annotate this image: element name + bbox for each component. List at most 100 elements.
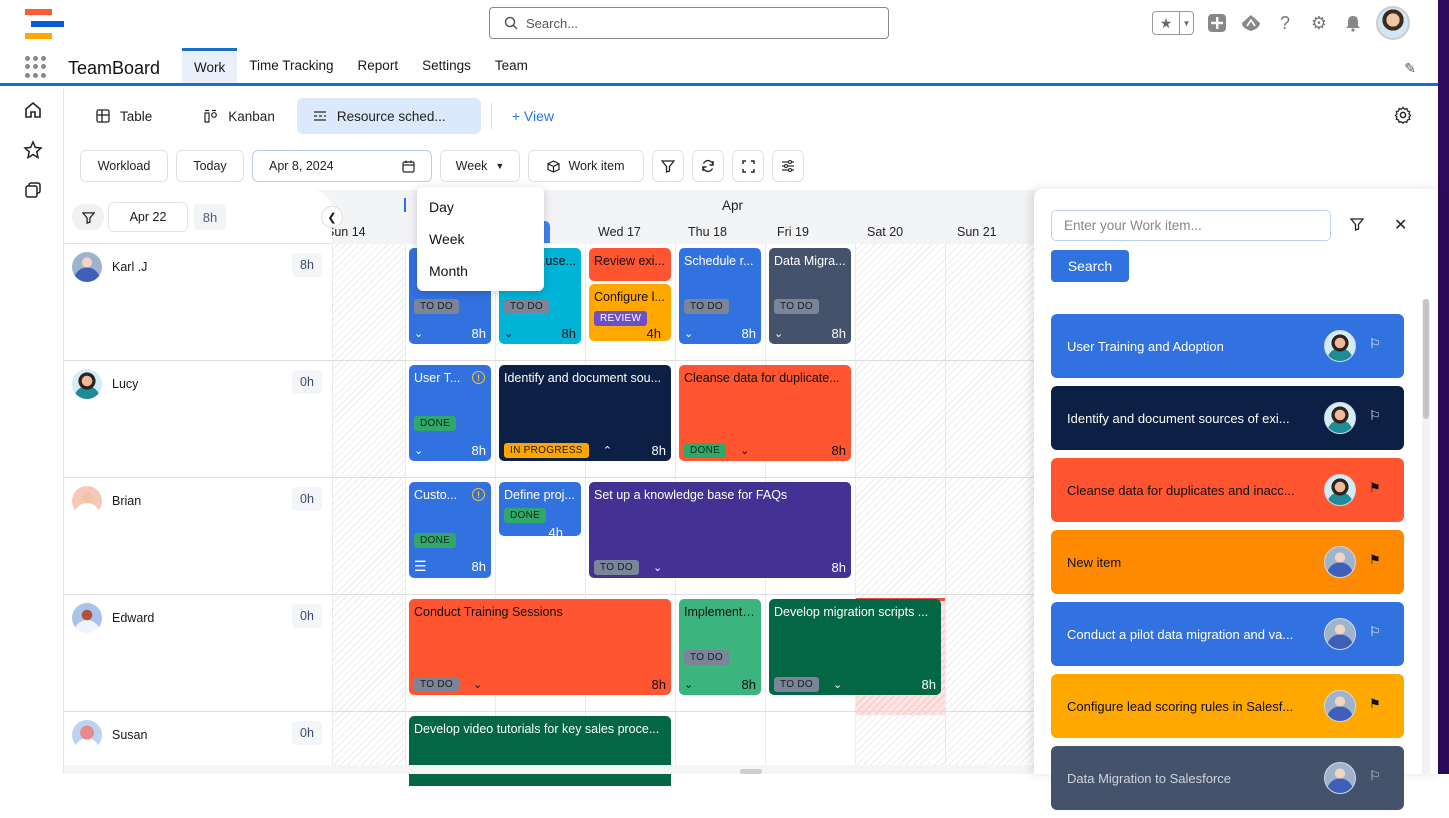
work-item-list-item[interactable]: Identify and document sources of exi... … [1051,386,1404,450]
home-icon[interactable] [22,99,44,121]
week-marker [404,198,406,212]
chevron-down-icon[interactable]: ⌄ [774,327,783,340]
avatar [1324,690,1356,722]
chevron-down-icon[interactable]: ⌄ [414,327,423,340]
chevron-down-icon[interactable]: ⌄ [684,678,693,691]
work-item-card[interactable]: Data Migra... TO DO ⌄ 8h [769,248,851,344]
work-item-card[interactable]: Configure l... REVIEW 4h [589,284,671,341]
work-item-list-item[interactable]: Conduct a pilot data migration and va...… [1051,602,1404,666]
today-button[interactable]: Today [176,150,244,182]
work-item-card[interactable]: Identify and document sou... IN PROGRESS… [499,365,671,461]
add-icon[interactable] [1206,12,1228,34]
work-item-card[interactable]: Cleanse data for duplicate... DONE ⌄ 8h [679,365,851,461]
work-item-card[interactable]: Develop migration scripts ... TO DO ⌄ 8h [769,599,941,695]
work-item-button[interactable]: Work item [528,150,644,182]
card-hours: 8h [831,326,846,341]
star-icon[interactable] [22,139,44,161]
cube-icon [547,159,561,173]
work-item-card[interactable]: Review exi... [589,248,671,281]
work-item-card[interactable]: Develop video tutorials for key sales pr… [409,716,671,786]
notifications-bell-icon[interactable] [1342,12,1364,34]
work-item-search-input[interactable]: Enter your Work item... [1051,210,1331,241]
filter-button[interactable] [652,150,684,182]
search-button[interactable]: Search [1051,250,1129,282]
work-item-card[interactable]: Implement ... TO DO ⌄ 8h [679,599,761,695]
view-tab-kanban[interactable]: Kanban [188,98,291,134]
horizontal-scroll-thumb[interactable] [740,769,762,774]
panel-scrollbar[interactable] [1422,299,1430,774]
chevron-down-icon[interactable]: ⌄ [653,561,662,574]
work-item-card[interactable]: Define proj... DONE 4h [499,482,581,536]
edit-nav-pencil-icon[interactable]: ✎ [1404,60,1416,77]
chevron-up-icon[interactable]: ⌃ [603,444,612,457]
work-item-card[interactable]: Schedule r... TO DO ⌄ 8h [679,248,761,344]
view-tab-table[interactable]: Table [80,98,168,134]
app-launcher-icon[interactable] [25,56,47,78]
left-rail [0,89,64,774]
work-item-card[interactable]: Conduct Training Sessions TO DO ⌄ 8h [409,599,671,695]
work-item-list-item[interactable]: New item ⚑ [1051,530,1404,594]
warning-icon[interactable]: ! [472,371,485,384]
status-badge: REVIEW [594,311,648,326]
resource-filter-button[interactable] [72,204,104,230]
folders-icon[interactable] [22,179,44,201]
chevron-down-icon[interactable]: ⌄ [414,444,423,457]
caret-down-icon[interactable]: ▼ [1179,12,1193,34]
nav-tab-team[interactable]: Team [483,48,540,83]
flag-icon[interactable]: ⚐ [1369,408,1381,424]
range-value: Week [455,159,488,173]
nav-tab-work[interactable]: Work [182,48,238,83]
flag-icon[interactable]: ⚐ [1369,336,1381,352]
favorites-button[interactable]: ★ ▼ [1152,11,1194,35]
user-avatar[interactable] [1376,6,1410,40]
date-picker[interactable]: Apr 8, 2024 [252,150,432,182]
work-item-list-item[interactable]: Configure lead scoring rules in Salesf..… [1051,674,1404,738]
flag-icon[interactable]: ⚑ [1369,552,1381,568]
settings-sliders-button[interactable] [772,150,804,182]
nav-tab-report[interactable]: Report [346,48,411,83]
add-view-button[interactable]: + View [502,108,554,124]
close-icon[interactable]: ✕ [1394,215,1407,235]
panel-filter-icon[interactable] [1349,217,1365,234]
chevron-down-icon[interactable]: ⌄ [740,444,749,457]
work-item-card[interactable]: Custo... ! DONE ☰ 8h [409,482,491,578]
view-tab-resource-schedule[interactable]: Resource sched... [296,98,481,134]
nav-tab-time-tracking[interactable]: Time Tracking [237,48,345,83]
flag-icon[interactable]: ⚑ [1369,696,1381,712]
chevron-down-icon[interactable]: ⌄ [833,678,842,691]
work-item-list-item[interactable]: Cleanse data for duplicates and inacc...… [1051,458,1404,522]
range-option-week[interactable]: Week [417,223,544,255]
collapse-panel-chevron-left-icon[interactable]: ❮ [321,206,343,228]
trailhead-icon[interactable] [1240,12,1262,34]
card-hours: 4h [548,525,563,536]
refresh-button[interactable] [692,150,724,182]
app-logo[interactable] [25,9,65,39]
setup-gear-icon[interactable]: ⚙ [1308,12,1330,34]
range-select[interactable]: Week ▼ [440,150,520,182]
nav-tab-settings[interactable]: Settings [410,48,483,83]
view-settings-gear-icon[interactable] [1394,106,1412,127]
work-item-list-item[interactable]: User Training and Adoption ⚐ [1051,314,1404,378]
range-option-day[interactable]: Day [417,191,544,223]
workload-button[interactable]: Workload [80,150,168,182]
scroll-thumb[interactable] [1423,299,1429,419]
card-title: Develop video tutorials for key sales pr… [414,722,660,736]
resource-hours: 0h [292,721,322,745]
chevron-down-icon[interactable]: ⌄ [684,327,693,340]
fullscreen-button[interactable] [732,150,764,182]
work-item-card[interactable]: Set up a knowledge base for FAQs TO DO ⌄ 8… [589,482,851,578]
work-item-list-item[interactable]: Data Migration to Salesforce ⚐ [1051,746,1404,810]
menu-lines-icon[interactable]: ☰ [414,558,427,575]
help-icon[interactable]: ? [1274,12,1296,34]
warning-icon[interactable]: ! [472,488,485,501]
card-hours: 8h [471,559,486,574]
flag-icon[interactable]: ⚑ [1369,480,1381,496]
chevron-down-icon[interactable]: ⌄ [504,327,513,340]
flag-icon[interactable]: ⚐ [1369,624,1381,640]
flag-icon[interactable]: ⚐ [1369,768,1381,784]
work-item-card[interactable]: User T... ! DONE ⌄ 8h [409,365,491,461]
range-option-month[interactable]: Month [417,255,544,287]
chevron-down-icon[interactable]: ⌄ [473,678,482,691]
resource-date-picker[interactable]: Apr 22 [108,202,188,232]
global-search-input[interactable]: Search... [489,7,889,39]
